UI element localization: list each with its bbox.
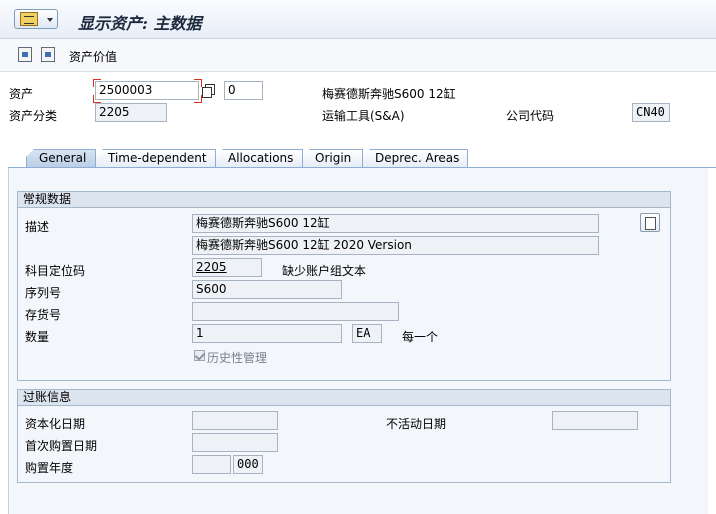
deactivation-date-field[interactable] [552, 411, 638, 430]
first-acquisition-field[interactable] [192, 433, 278, 452]
focus-corner [93, 79, 101, 87]
tab-deprec-areas[interactable]: Deprec. Areas [362, 149, 468, 168]
tab-label: Allocations [228, 151, 294, 165]
asset-label: 资产 [9, 87, 34, 101]
tab-label: Origin [315, 151, 352, 165]
description-label: 描述 [25, 220, 50, 234]
chevron-down-icon [47, 18, 53, 22]
description-field-2[interactable]: 梅赛德斯奔驰S600 12缸 2020 Version [192, 236, 599, 255]
long-text-icon[interactable] [640, 213, 660, 232]
tab-label: Deprec. Areas [375, 151, 460, 165]
sub-number-field[interactable]: 0 [224, 81, 263, 100]
application-toolbar: 资产价值 [0, 39, 716, 72]
company-code-label: 公司代码 [506, 109, 555, 123]
tab-general[interactable]: General [26, 149, 96, 168]
capitalization-date-field[interactable] [192, 411, 278, 430]
asset-class-description: 运输工具(S&A) [322, 109, 405, 123]
company-code-field[interactable]: CN40 [632, 103, 670, 122]
system-menu-button[interactable] [14, 9, 58, 29]
first-acquisition-label: 首次购置日期 [25, 439, 98, 453]
tab-time-dependent[interactable]: Time-dependent [95, 149, 216, 168]
asset-class-field[interactable]: 2205 [95, 103, 167, 122]
capitalization-date-label: 资本化日期 [25, 417, 86, 431]
serial-number-field[interactable]: S600 [192, 280, 342, 299]
title-bar: 显示资产: 主数据 [0, 0, 716, 39]
quantity-label: 数量 [25, 330, 50, 344]
unit-field[interactable]: EA [352, 324, 382, 343]
group-title: 常规数据 [18, 192, 670, 208]
tab-label: Time-dependent [108, 151, 207, 165]
group-title: 过账信息 [18, 390, 670, 406]
serial-number-label: 序列号 [25, 286, 62, 300]
quantity-field[interactable]: 1 [192, 324, 342, 343]
account-determination-field[interactable]: 2205 [192, 258, 262, 277]
account-determination-note: 缺少账户组文本 [282, 264, 367, 278]
account-determination-label: 科目定位码 [25, 264, 86, 278]
inventory-number-field[interactable] [192, 302, 399, 321]
acquisition-year-field[interactable] [192, 455, 231, 474]
focus-corner [93, 95, 101, 103]
copy-icon[interactable] [201, 83, 215, 98]
display-change-icon[interactable] [41, 47, 55, 62]
asset-class-label: 资产分类 [9, 109, 58, 123]
acquisition-period-field[interactable]: 000 [233, 455, 263, 474]
page-title: 显示资产: 主数据 [78, 14, 202, 33]
description-field-1[interactable]: 梅赛德斯奔驰S600 12缸 [192, 214, 599, 233]
acquisition-year-label: 购置年度 [25, 461, 74, 475]
tab-label: General [39, 151, 87, 165]
tab-allocations[interactable]: Allocations [215, 149, 303, 168]
asset-values-button[interactable]: 资产价值 [69, 48, 117, 65]
inventory-number-label: 存货号 [25, 308, 62, 322]
other-asset-icon[interactable] [18, 47, 32, 62]
deactivation-date-label: 不活动日期 [386, 417, 447, 431]
menu-icon [20, 12, 38, 26]
asset-number-field[interactable]: 2500003 [95, 81, 199, 100]
unit-text: 每一个 [402, 330, 439, 344]
tab-origin[interactable]: Origin [302, 149, 363, 168]
history-label: 历史性管理 [207, 351, 268, 365]
history-checkbox[interactable] [194, 350, 205, 361]
posting-info-group: 过账信息 [17, 389, 671, 483]
asset-description-text: 梅赛德斯奔驰S600 12缸 [322, 87, 456, 101]
